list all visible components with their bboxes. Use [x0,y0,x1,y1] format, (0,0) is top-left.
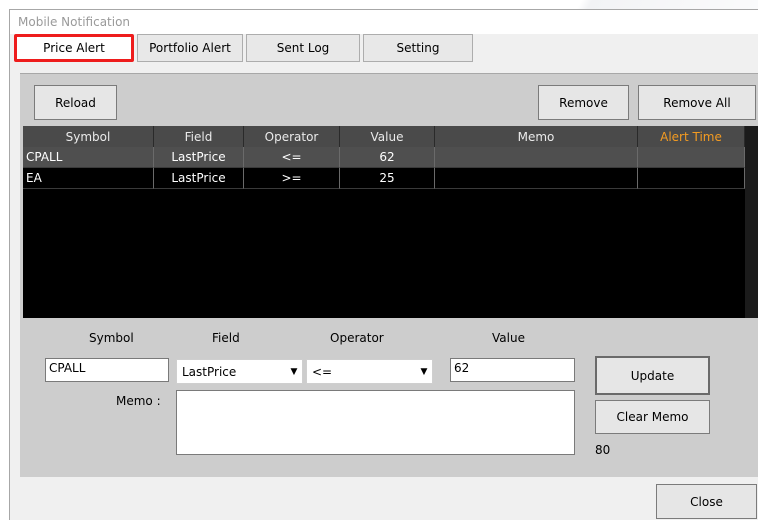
remove-button[interactable]: Remove [538,85,629,120]
column-header-memo[interactable]: Memo [435,126,638,147]
cell-field: LastPrice [154,147,244,168]
symbol-label: Symbol [89,331,134,345]
cell-field: LastPrice [154,168,244,189]
cell-alert-time [638,147,745,168]
cell-operator: >= [244,168,340,189]
reload-button[interactable]: Reload [34,85,117,120]
cell-symbol: EA [23,168,154,189]
table-row[interactable]: EA LastPrice >= 25 [23,168,745,189]
field-select[interactable]: LastPrice ▼ [176,359,303,384]
operator-select-value: <= [312,364,333,379]
tab-sent-log[interactable]: Sent Log [246,34,360,62]
dropdown-arrow-icon: ▼ [290,366,298,377]
operator-label: Operator [330,331,384,345]
table-scrollbar[interactable] [745,126,758,318]
update-button[interactable]: Update [595,356,710,395]
window-title: Mobile Notification [18,15,131,29]
tab-price-alert[interactable]: Price Alert [14,34,134,62]
column-header-field[interactable]: Field [154,126,244,147]
table-row[interactable]: CPALL LastPrice <= 62 [23,147,745,168]
cell-value: 25 [340,168,435,189]
title-bar: Mobile Notification [10,10,758,34]
cell-symbol: CPALL [23,147,154,168]
column-header-value[interactable]: Value [340,126,435,147]
field-label: Field [212,331,240,345]
cell-value: 62 [340,147,435,168]
cell-alert-time [638,168,745,189]
memo-label: Memo : [116,394,161,408]
value-input[interactable]: 62 [450,358,575,382]
memo-remaining-count: 80 [595,443,611,457]
operator-select[interactable]: <= ▼ [306,359,433,384]
clear-memo-button[interactable]: Clear Memo [595,400,710,434]
alert-table: Symbol Field Operator Value Memo Alert T… [23,126,745,318]
column-header-alert-time[interactable]: Alert Time [638,126,745,147]
column-header-operator[interactable]: Operator [244,126,340,147]
cell-memo [435,168,638,189]
remove-all-button[interactable]: Remove All [638,85,756,120]
column-header-symbol[interactable]: Symbol [23,126,154,147]
field-select-value: LastPrice [182,364,237,379]
dropdown-arrow-icon: ▼ [420,366,428,377]
close-button[interactable]: Close [656,484,757,519]
symbol-input[interactable]: CPALL [45,358,169,382]
value-label: Value [492,331,525,345]
cell-operator: <= [244,147,340,168]
tab-setting[interactable]: Setting [363,34,473,62]
cell-memo [435,147,638,168]
tab-portfolio-alert[interactable]: Portfolio Alert [137,34,243,62]
memo-textarea[interactable] [176,390,575,455]
